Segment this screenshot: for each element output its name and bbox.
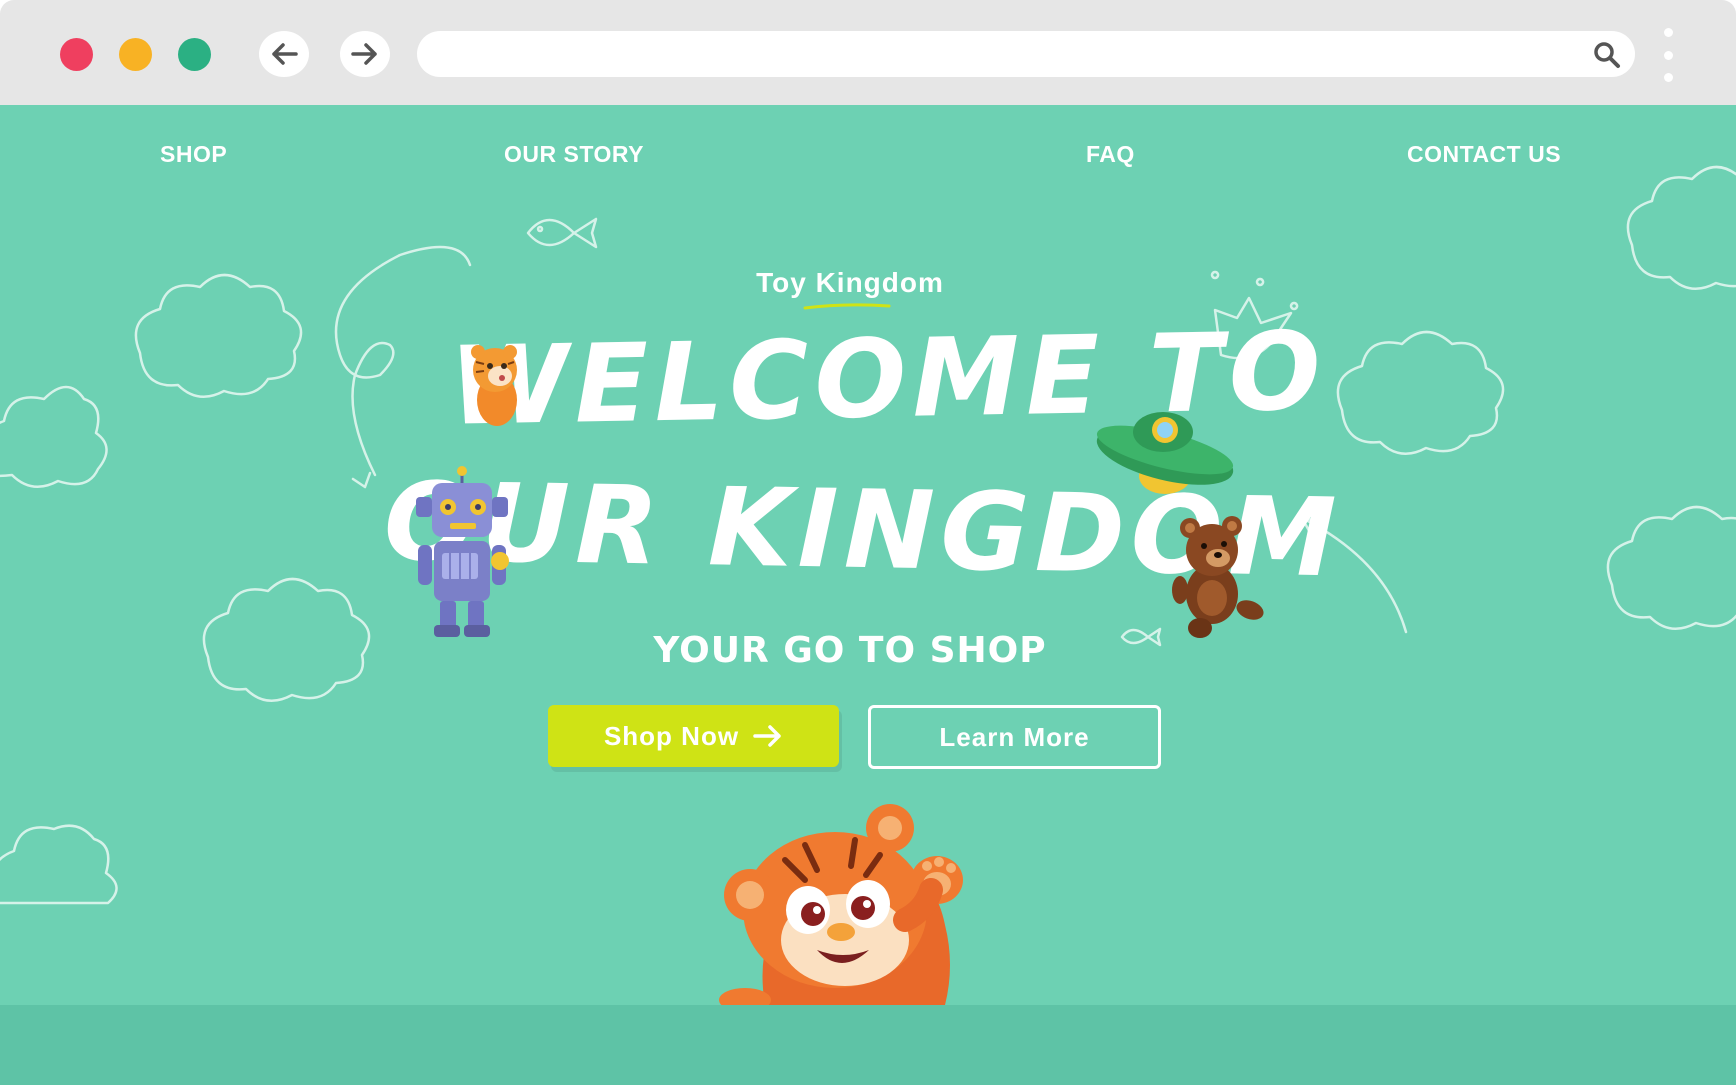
- cloud-doodle: [0, 824, 118, 905]
- close-window-dot[interactable]: [60, 38, 93, 71]
- arrow-right-icon: [351, 43, 377, 65]
- toy-ufo-illustration: [1096, 412, 1234, 494]
- brand-underline-doodle: [803, 303, 891, 310]
- kebab-menu-icon[interactable]: [1658, 28, 1678, 82]
- footer-band: [0, 1005, 1736, 1085]
- forward-button[interactable]: [340, 31, 390, 77]
- address-bar[interactable]: [417, 31, 1635, 77]
- learn-more-label: Learn More: [939, 721, 1090, 752]
- back-button[interactable]: [259, 31, 309, 77]
- teddy-bear-illustration: [1172, 516, 1264, 638]
- nav-link-our-story[interactable]: OUR STORY: [504, 141, 644, 168]
- tiger-cub-illustration: [471, 345, 517, 426]
- toy-robot-illustration: [416, 466, 509, 637]
- learn-more-button[interactable]: Learn More: [868, 705, 1161, 769]
- arrow-left-icon: [272, 43, 298, 65]
- search-icon[interactable]: [1593, 41, 1621, 69]
- browser-chrome: [0, 0, 1736, 105]
- shop-now-button[interactable]: Shop Now: [548, 705, 839, 767]
- fish-doodle: [526, 217, 598, 249]
- minimize-window-dot[interactable]: [119, 38, 152, 71]
- arrow-right-icon: [753, 725, 781, 747]
- nav-link-faq[interactable]: FAQ: [1086, 141, 1135, 168]
- landing-page: SHOP OUR STORY FAQ CONTACT US Toy Kingdo…: [0, 105, 1736, 1005]
- tiger-mascot-illustration: [719, 804, 963, 1005]
- nav-link-shop[interactable]: SHOP: [160, 141, 227, 168]
- maximize-window-dot[interactable]: [178, 38, 211, 71]
- hero-tagline: YOUR GO TO SHOP: [653, 630, 1047, 671]
- brand-name: Toy Kingdom: [756, 267, 944, 298]
- nav-link-contact-us[interactable]: CONTACT US: [1407, 141, 1561, 168]
- shop-now-label: Shop Now: [603, 720, 740, 751]
